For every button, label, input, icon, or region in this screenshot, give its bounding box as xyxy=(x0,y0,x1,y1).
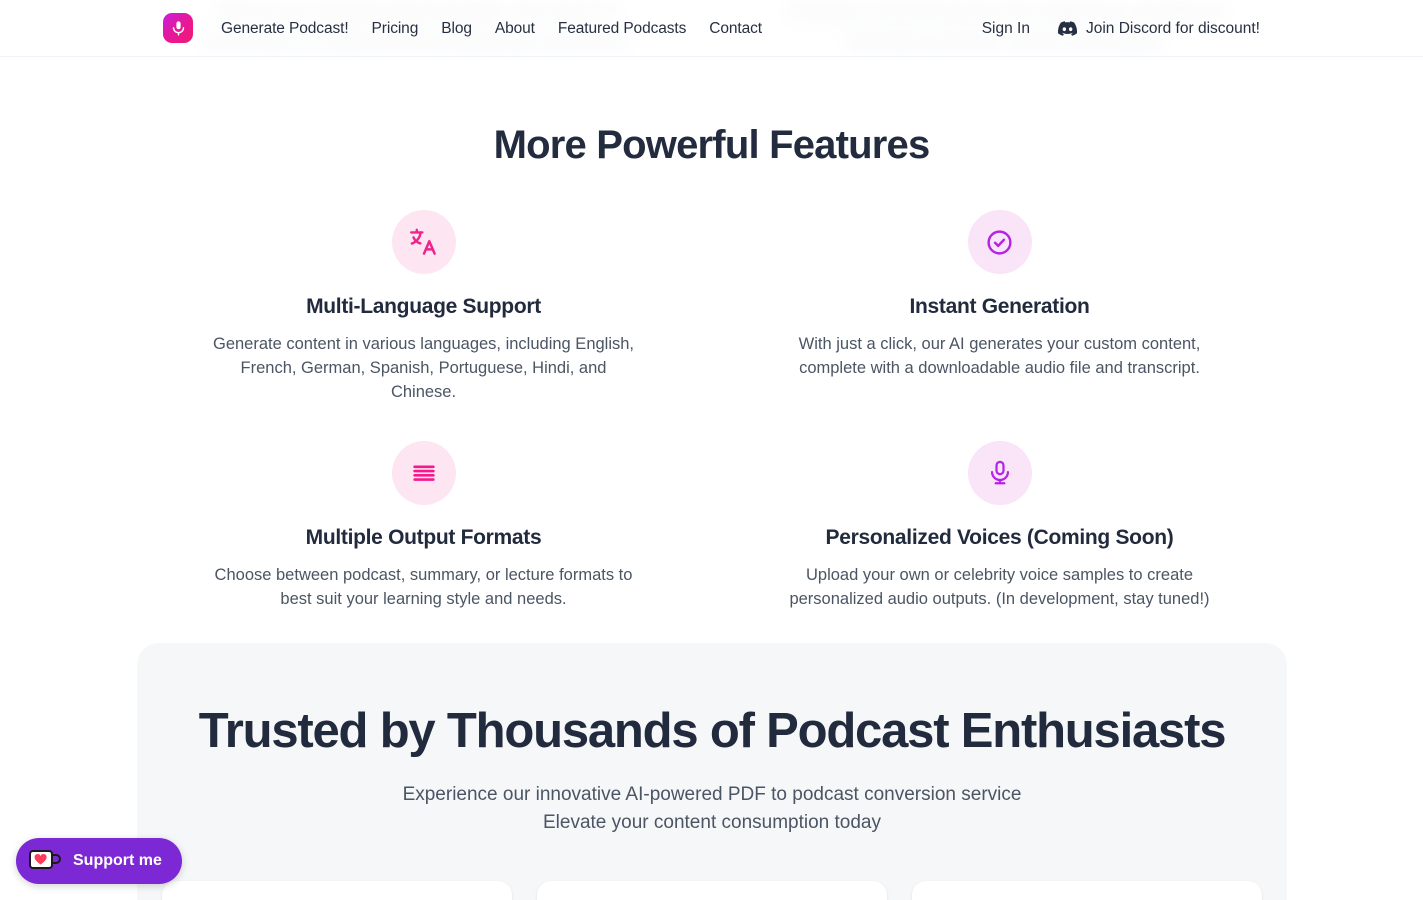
nav-link-blog[interactable]: Blog xyxy=(441,20,472,38)
join-discord-label: Join Discord for discount! xyxy=(1085,19,1260,37)
nav-link-pricing[interactable]: Pricing xyxy=(372,20,419,38)
nav-links: Generate Podcast! Pricing Blog About Fea… xyxy=(221,0,762,57)
translate-icon xyxy=(408,227,439,258)
testimonial-card[interactable] xyxy=(912,881,1262,900)
features-section-title: More Powerful Features xyxy=(493,123,931,167)
feature-icon-background xyxy=(967,441,1032,505)
feature-title: Instant Generation xyxy=(909,295,1090,318)
nav-link-about[interactable]: About xyxy=(495,20,535,38)
feature-title: Multiple Output Formats xyxy=(305,526,542,549)
feature-description: With just a click, our AI generates your… xyxy=(798,335,1201,377)
features-grid: Multi-Language Support Generate content … xyxy=(136,210,1288,611)
discord-icon xyxy=(1057,21,1077,36)
microphone-icon xyxy=(986,459,1014,487)
trusted-subtitle-line-1: Experience our innovative AI-powered PDF… xyxy=(402,784,1022,805)
feature-card-multi-language-support: Multi-Language Support Generate content … xyxy=(136,210,712,404)
feature-card-personalized-voices: Personalized Voices (Coming Soon) Upload… xyxy=(712,441,1288,611)
feature-icon-background xyxy=(391,210,456,274)
nav-link-generate-podcast[interactable]: Generate Podcast! xyxy=(221,20,349,38)
check-circle-icon xyxy=(985,228,1014,257)
feature-description: Choose between podcast, summary, or lect… xyxy=(214,566,633,608)
sign-in-link[interactable]: Sign In xyxy=(982,20,1030,38)
trusted-subtitle-line-2: Elevate your content consumption today xyxy=(543,812,881,833)
list-lines-icon xyxy=(409,458,439,488)
feature-description: Generate content in various languages, i… xyxy=(212,335,635,401)
trusted-subtitle: Experience our innovative AI-powered PDF… xyxy=(137,781,1287,837)
trusted-section: Trusted by Thousands of Podcast Enthusia… xyxy=(137,643,1287,900)
nav-link-featured-podcasts[interactable]: Featured Podcasts xyxy=(558,20,687,38)
testimonial-card[interactable] xyxy=(162,881,512,900)
feature-card-multiple-output-formats: Multiple Output Formats Choose between p… xyxy=(136,441,712,611)
testimonial-card[interactable] xyxy=(537,881,887,900)
feature-icon-background xyxy=(391,441,456,505)
testimonial-cards xyxy=(137,881,1287,900)
features-section: More Powerful Features Multi-Language Su… xyxy=(0,57,1423,611)
trusted-section-title: Trusted by Thousands of Podcast Enthusia… xyxy=(198,704,1227,758)
microphone-icon xyxy=(170,20,187,37)
feature-description: Upload your own or celebrity voice sampl… xyxy=(789,566,1210,608)
feature-icon-background xyxy=(967,210,1032,274)
site-logo[interactable] xyxy=(163,13,193,43)
nav-link-contact[interactable]: Contact xyxy=(709,20,762,38)
nav-right-actions: Sign In Join Discord for discount! xyxy=(982,0,1260,57)
feature-title: Multi-Language Support xyxy=(306,295,541,318)
coffee-cup-heart-icon xyxy=(28,847,62,876)
support-me-label: Support me xyxy=(73,852,162,869)
join-discord-link[interactable]: Join Discord for discount! xyxy=(1057,19,1260,38)
feature-title: Personalized Voices (Coming Soon) xyxy=(825,526,1174,549)
top-navbar: Generate Podcast! Pricing Blog About Fea… xyxy=(0,0,1423,57)
feature-card-instant-generation: Instant Generation With just a click, ou… xyxy=(712,210,1288,404)
support-me-button[interactable]: Support me xyxy=(16,838,182,884)
